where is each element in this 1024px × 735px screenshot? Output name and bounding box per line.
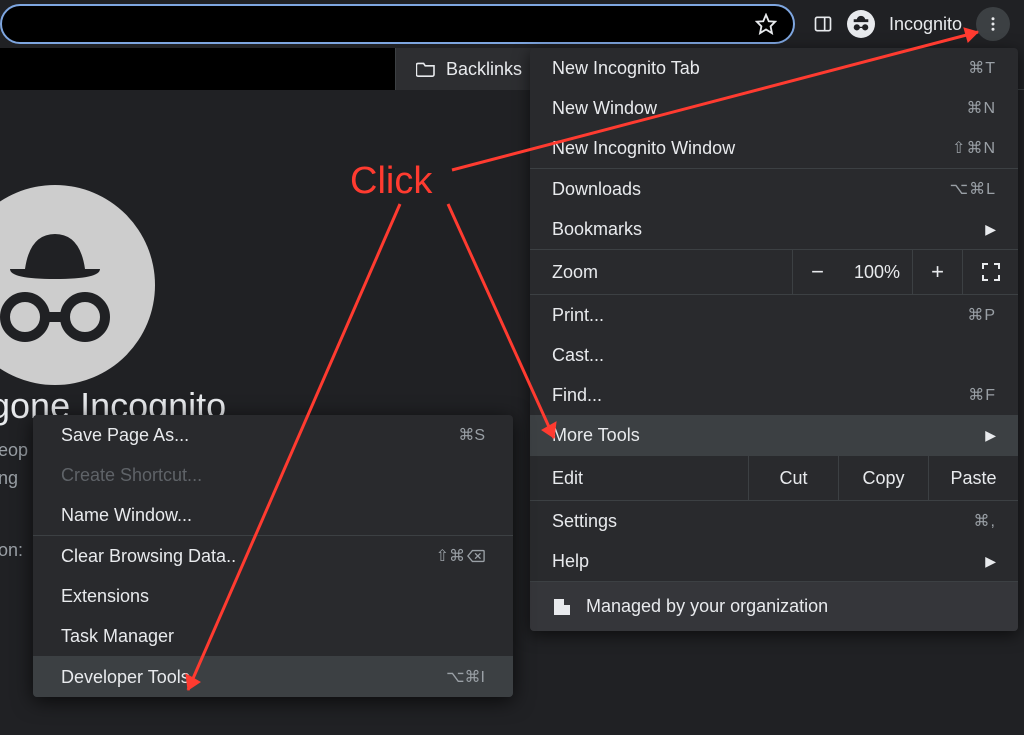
incognito-label: Incognito	[889, 14, 962, 35]
menu-bookmarks[interactable]: Bookmarks▶	[530, 209, 1018, 249]
menu-cast[interactable]: Cast...	[530, 335, 1018, 375]
managed-by-org-notice[interactable]: Managed by your organization	[530, 581, 1018, 631]
menu-new-window[interactable]: New Window⌘N	[530, 88, 1018, 128]
annotation-click-label: Click	[350, 160, 432, 203]
more-tools-submenu: Save Page As...⌘S Create Shortcut... Nam…	[33, 415, 513, 697]
bookmark-label: Backlinks	[446, 59, 522, 80]
bookmark-star-icon[interactable]	[755, 13, 777, 35]
submenu-name-window[interactable]: Name Window...	[33, 495, 513, 535]
side-panel-icon[interactable]	[813, 14, 833, 34]
menu-zoom-row: Zoom − 100% +	[530, 249, 1018, 295]
zoom-value: 100%	[842, 262, 912, 283]
submenu-extensions[interactable]: Extensions	[33, 576, 513, 616]
menu-downloads[interactable]: Downloads⌥⌘L	[530, 169, 1018, 209]
browser-topbar: Incognito	[0, 0, 1024, 48]
chrome-main-menu: New Incognito Tab⌘T New Window⌘N New Inc…	[530, 48, 1018, 631]
incognito-avatar-icon[interactable]	[847, 10, 875, 38]
menu-help[interactable]: Help▶	[530, 541, 1018, 581]
page-text: eop	[0, 440, 28, 461]
submenu-task-manager[interactable]: Task Manager	[33, 616, 513, 656]
menu-new-incognito-tab[interactable]: New Incognito Tab⌘T	[530, 48, 1018, 88]
building-icon	[552, 597, 572, 617]
zoom-out-button[interactable]: −	[792, 249, 842, 295]
fullscreen-button[interactable]	[962, 249, 1018, 295]
page-text: on:	[0, 540, 23, 561]
page-text: ng	[0, 468, 18, 489]
submenu-clear-browsing-data[interactable]: Clear Browsing Data.. ⇧⌘	[33, 536, 513, 576]
bookmark-folder-backlinks[interactable]: Backlinks	[395, 48, 543, 90]
blacked-out-area	[0, 48, 395, 90]
menu-find[interactable]: Find...⌘F	[530, 375, 1018, 415]
menu-edit-row: Edit Cut Copy Paste	[530, 455, 1018, 501]
edit-cut-button[interactable]: Cut	[748, 455, 838, 501]
edit-copy-button[interactable]: Copy	[838, 455, 928, 501]
incognito-hero-icon	[0, 185, 155, 385]
zoom-in-button[interactable]: +	[912, 249, 962, 295]
submenu-developer-tools[interactable]: Developer Tools⌥⌘I	[33, 657, 513, 697]
chevron-right-icon: ▶	[985, 553, 996, 570]
submenu-create-shortcut: Create Shortcut...	[33, 455, 513, 495]
zoom-label: Zoom	[530, 262, 792, 283]
menu-settings[interactable]: Settings⌘,	[530, 501, 1018, 541]
menu-more-tools[interactable]: More Tools▶	[530, 415, 1018, 455]
menu-print[interactable]: Print...⌘P	[530, 295, 1018, 335]
edit-paste-button[interactable]: Paste	[928, 455, 1018, 501]
menu-new-incognito-window[interactable]: New Incognito Window⇧⌘N	[530, 128, 1018, 168]
edit-label: Edit	[530, 468, 748, 489]
omnibox[interactable]	[0, 4, 795, 44]
submenu-save-page[interactable]: Save Page As...⌘S	[33, 415, 513, 455]
chevron-right-icon: ▶	[985, 221, 996, 238]
fullscreen-icon	[981, 262, 1001, 282]
backspace-icon	[467, 549, 485, 563]
chevron-right-icon: ▶	[985, 427, 996, 444]
folder-icon	[416, 61, 436, 77]
kebab-menu-button[interactable]	[976, 7, 1010, 41]
